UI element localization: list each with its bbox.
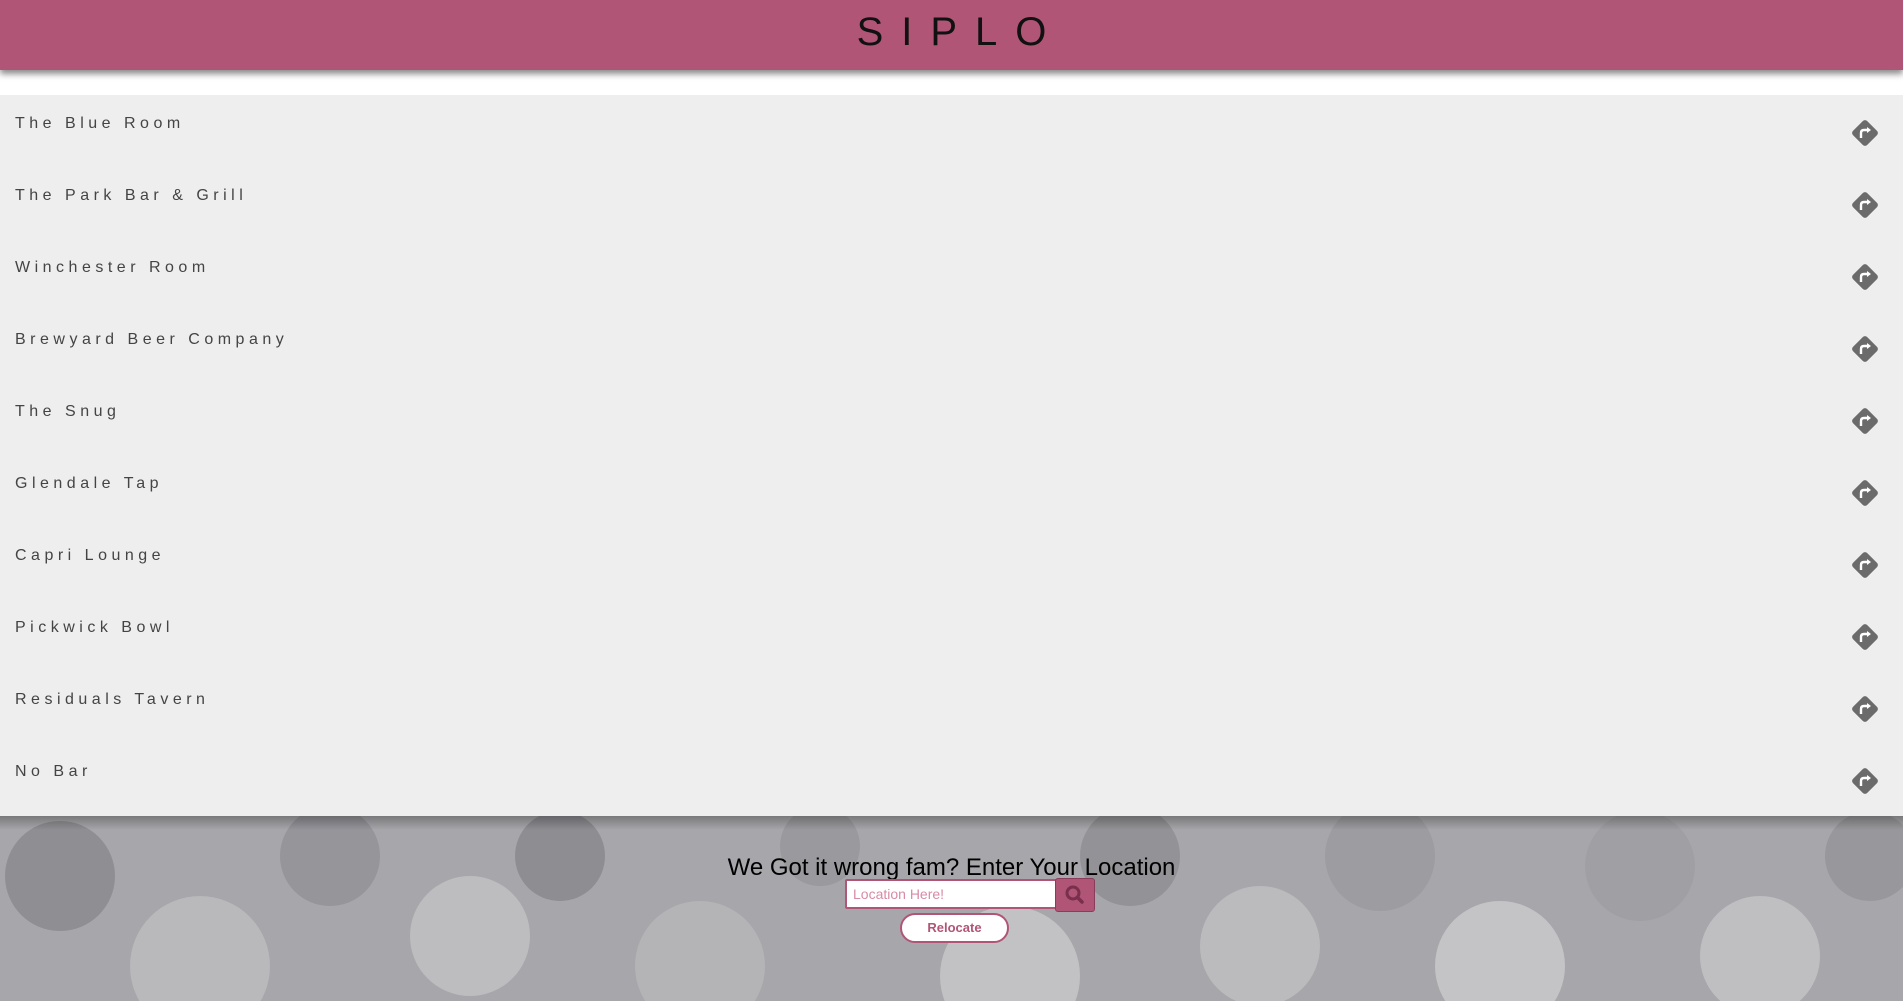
directions-icon[interactable] (1849, 261, 1881, 293)
list-item[interactable]: Pickwick Bowl (0, 599, 1903, 671)
bar-name[interactable]: Pickwick Bowl (15, 619, 174, 637)
directions-icon[interactable] (1849, 693, 1881, 725)
directions-icon[interactable] (1849, 189, 1881, 221)
app-header: SIPLO (0, 0, 1903, 70)
directions-icon[interactable] (1849, 333, 1881, 365)
list-item[interactable]: No Bar (0, 743, 1903, 815)
list-item[interactable]: Brewyard Beer Company (0, 311, 1903, 383)
relocate-prompt: We Got it wrong fam? Enter Your Location (727, 854, 1176, 881)
app-title: SIPLO (856, 10, 1065, 54)
bar-list: The Blue Room The Park Bar & Grill Winch… (0, 95, 1903, 816)
header-spacer (0, 70, 1903, 95)
bar-name[interactable]: No Bar (15, 763, 92, 781)
directions-icon[interactable] (1849, 549, 1881, 581)
directions-icon[interactable] (1849, 405, 1881, 437)
relocate-button[interactable]: Relocate (900, 913, 1009, 943)
directions-icon[interactable] (1849, 621, 1881, 653)
list-item[interactable]: The Snug (0, 383, 1903, 455)
list-item[interactable]: Capri Lounge (0, 527, 1903, 599)
bar-name[interactable]: The Blue Room (15, 115, 185, 133)
directions-icon[interactable] (1849, 477, 1881, 509)
directions-icon[interactable] (1849, 117, 1881, 149)
list-item[interactable]: The Blue Room (0, 95, 1903, 167)
list-item[interactable]: The Park Bar & Grill (0, 167, 1903, 239)
bar-name[interactable]: Winchester Room (15, 259, 210, 277)
search-icon (1065, 885, 1084, 904)
bar-name[interactable]: Glendale Tap (15, 475, 163, 493)
bar-name[interactable]: Capri Lounge (15, 547, 165, 565)
bar-name[interactable]: The Park Bar & Grill (15, 187, 247, 205)
relocate-section: We Got it wrong fam? Enter Your Location… (0, 816, 1903, 1001)
bar-name[interactable]: Residuals Tavern (15, 691, 209, 709)
list-item[interactable]: Glendale Tap (0, 455, 1903, 527)
search-button[interactable] (1055, 878, 1095, 912)
bar-name[interactable]: The Snug (15, 403, 120, 421)
bar-name[interactable]: Brewyard Beer Company (15, 331, 288, 349)
directions-icon[interactable] (1849, 765, 1881, 797)
location-input[interactable] (845, 879, 1059, 909)
list-item[interactable]: Residuals Tavern (0, 671, 1903, 743)
list-item[interactable]: Winchester Room (0, 239, 1903, 311)
section-shadow (0, 816, 1903, 830)
